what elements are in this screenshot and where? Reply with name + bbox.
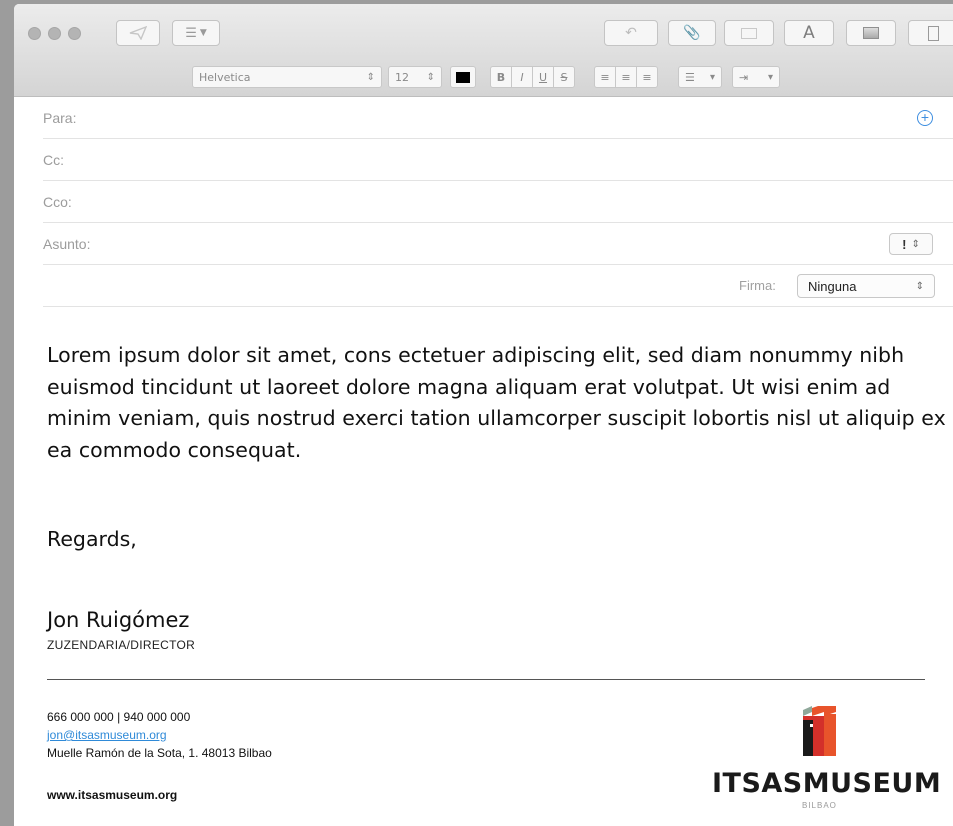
up-down-arrows-icon: ⇕ — [426, 71, 435, 83]
font-family-value: Helvetica — [199, 70, 251, 84]
color-swatch — [456, 71, 470, 83]
add-contact-icon[interactable]: + — [917, 110, 933, 126]
attach-button[interactable]: 📎 — [668, 20, 716, 46]
align-center-button[interactable]: ≡ — [615, 66, 637, 88]
to-row[interactable]: Para: + — [43, 97, 953, 139]
signature-email-link[interactable]: jon@itsasmuseum.org — [47, 728, 167, 742]
underline-button[interactable]: U — [532, 66, 554, 88]
bcc-label: Cco: — [43, 193, 72, 210]
signature-divider — [47, 679, 925, 680]
chevron-down-icon: ▾ — [767, 71, 773, 83]
chevron-down-icon: ▾ — [709, 71, 715, 83]
fonts-button[interactable]: A — [784, 20, 834, 46]
cc-label: Cc: — [43, 151, 64, 168]
zoom-window-button[interactable] — [68, 27, 81, 40]
subject-row[interactable]: Asunto: ! ⇕ — [43, 223, 953, 265]
indent-select[interactable]: ⇥ ▾ — [732, 66, 780, 88]
font-icon: A — [803, 23, 815, 43]
toolbar: ☰ ▼ ↶ 📎 A Helvetica ⇕ 12 ⇕ B I U S ≡ ≡ ≡… — [14, 4, 953, 97]
indent-icon: ⇥ — [739, 70, 749, 84]
send-button[interactable] — [116, 20, 160, 46]
signature-row: Firma: Ninguna ⇕ — [43, 265, 953, 307]
priority-value: ! — [902, 236, 907, 252]
signature-select[interactable]: Ninguna ⇕ — [797, 274, 935, 298]
mail-compose-window: ☰ ▼ ↶ 📎 A Helvetica ⇕ 12 ⇕ B I U S ≡ ≡ ≡… — [14, 4, 953, 826]
font-size-value: 12 — [395, 70, 409, 84]
send-icon — [129, 26, 147, 40]
format-bar-button[interactable] — [724, 20, 774, 46]
stationery-button[interactable] — [908, 20, 953, 46]
chevron-down-icon: ▼ — [199, 28, 207, 38]
close-window-button[interactable] — [28, 27, 41, 40]
align-center-icon: ≡ — [621, 70, 631, 84]
message-closing[interactable]: Regards, — [47, 527, 137, 551]
italic-button[interactable]: I — [511, 66, 533, 88]
list-style-select[interactable]: ☰ ▾ — [678, 66, 722, 88]
signature-phones: 666 000 000 | 940 000 000 — [47, 710, 191, 724]
minimize-window-button[interactable] — [48, 27, 61, 40]
signature-website[interactable]: www.itsasmuseum.org — [47, 788, 177, 802]
list-icon: ☰ — [685, 70, 695, 84]
subject-label: Asunto: — [43, 235, 91, 252]
signature-address: Muelle Ramón de la Sota, 1. 48013 Bilbao — [47, 746, 272, 760]
signature-name: Jon Ruigómez — [47, 608, 190, 632]
up-down-arrows-icon: ⇕ — [915, 280, 924, 292]
bold-button[interactable]: B — [490, 66, 512, 88]
up-down-arrows-icon: ⇕ — [366, 71, 375, 83]
reply-button[interactable]: ↶ — [604, 20, 658, 46]
align-left-icon: ≡ — [600, 70, 610, 84]
align-left-button[interactable]: ≡ — [594, 66, 616, 88]
photo-icon — [863, 27, 879, 39]
sidebar-icon — [741, 27, 757, 39]
museum-logo-subtitle: BILBAO — [802, 801, 837, 810]
header-fields-button[interactable]: ☰ ▼ — [172, 20, 220, 46]
photo-browser-button[interactable] — [846, 20, 896, 46]
museum-logo-icon — [803, 706, 836, 756]
signature-title: ZUZENDARIA/DIRECTOR — [47, 638, 196, 652]
message-body[interactable]: Lorem ipsum dolor sit amet, cons ectetue… — [47, 340, 947, 466]
document-icon — [927, 25, 939, 41]
reply-arrow-icon: ↶ — [625, 25, 637, 41]
font-family-select[interactable]: Helvetica ⇕ — [192, 66, 382, 88]
strikethrough-button[interactable]: S — [553, 66, 575, 88]
font-size-select[interactable]: 12 ⇕ — [388, 66, 442, 88]
priority-select[interactable]: ! ⇕ — [889, 233, 933, 255]
up-down-arrows-icon: ⇕ — [911, 238, 920, 250]
museum-logo-wordmark: ITSASMUSEUM — [712, 768, 942, 799]
signature-value: Ninguna — [808, 278, 857, 294]
cc-row[interactable]: Cc: — [43, 139, 953, 181]
align-right-icon: ≡ — [642, 70, 652, 84]
bcc-row[interactable]: Cco: — [43, 181, 953, 223]
text-color-button[interactable] — [450, 66, 476, 88]
align-right-button[interactable]: ≡ — [636, 66, 658, 88]
list-icon: ☰ — [185, 25, 197, 41]
paperclip-icon: 📎 — [683, 25, 701, 41]
signature-label: Firma: — [739, 278, 776, 293]
to-label: Para: — [43, 109, 77, 126]
